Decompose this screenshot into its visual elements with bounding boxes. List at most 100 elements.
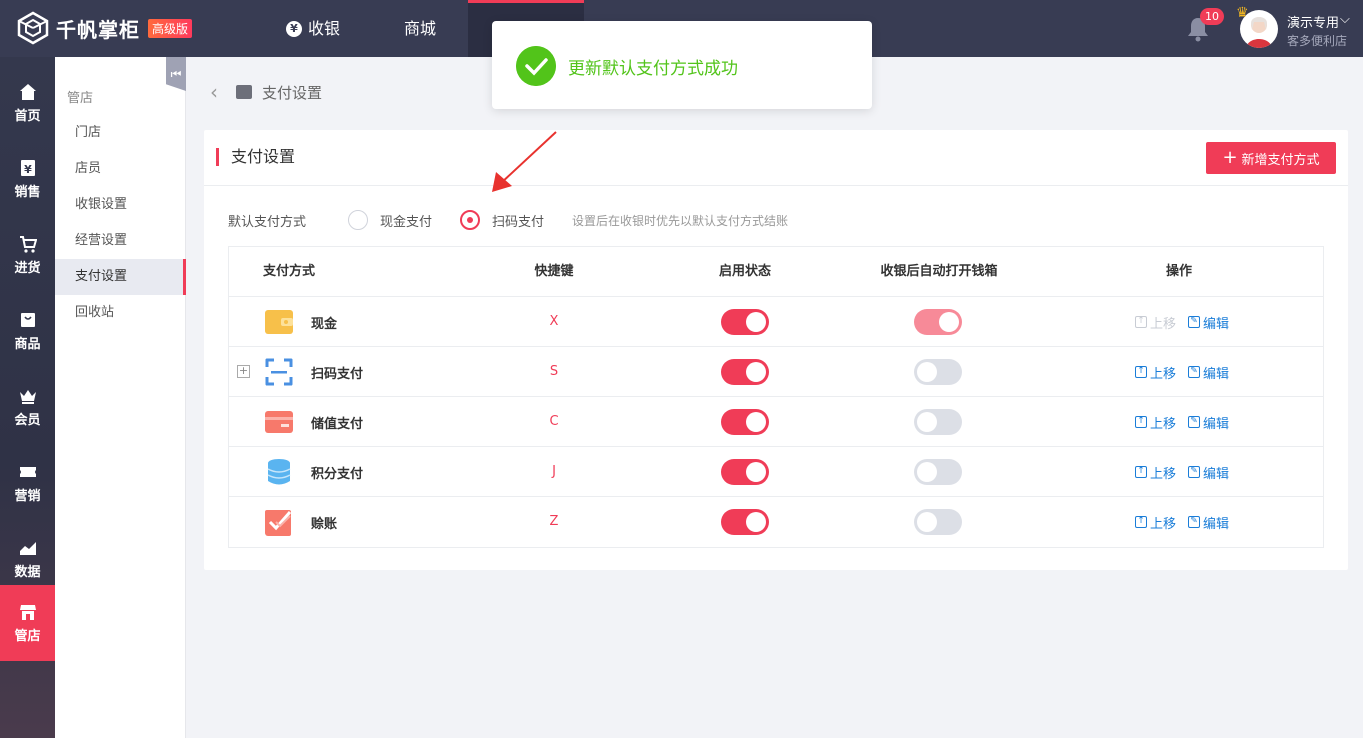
sidebar-item-sales[interactable]: ¥ 销售 — [0, 141, 55, 217]
toast-message: 更新默认支付方式成功 — [568, 59, 738, 79]
plus-icon: + — [1222, 147, 1238, 168]
header-shortcut: 快捷键 — [534, 264, 574, 279]
brand-name: 千帆掌柜 — [56, 17, 140, 42]
sidebar-item-marketing[interactable]: 营销 — [0, 445, 55, 521]
row-actions: ↑ 上移 ✎ 编辑 — [1135, 297, 1229, 347]
subnav-item-cashier-settings[interactable]: 收银设置 — [55, 187, 186, 223]
cash-drawer-toggle[interactable] — [914, 459, 962, 485]
enable-toggle[interactable] — [721, 509, 769, 535]
chevron-down-icon[interactable]: ⌵ — [1340, 12, 1350, 27]
radio-cash[interactable] — [348, 210, 369, 230]
cash-drawer-toggle — [914, 309, 962, 335]
enable-toggle[interactable] — [721, 309, 769, 335]
move-up-button[interactable]: ↑ 上移 — [1135, 413, 1176, 432]
add-payment-method-button[interactable]: + 新增支付方式 — [1206, 142, 1336, 174]
method-cell: 储值支付 — [265, 407, 363, 437]
check-circle-icon — [516, 46, 556, 86]
edition-badge: 高级版 — [148, 18, 193, 38]
default-option-cash[interactable]: 现金支付 — [348, 210, 432, 230]
sidebar-item-label: 数据 — [14, 564, 41, 580]
crown-icon: ♛ — [1236, 5, 1249, 21]
cash-drawer-toggle[interactable] — [914, 409, 962, 435]
edit-icon: ✎ — [1188, 466, 1201, 478]
cart-icon — [19, 235, 37, 253]
edit-label: 编辑 — [1203, 466, 1230, 482]
method-cell: 现金 — [265, 307, 337, 337]
radio-scan[interactable] — [460, 210, 481, 230]
nav-mall[interactable]: 商城 — [404, 0, 436, 57]
nav-cashier[interactable]: ¥ 收银 — [286, 0, 340, 57]
sub-navigation: 管店 门店 店员 收银设置 经营设置 支付设置 回收站 — [55, 57, 186, 738]
sidebar-item-home[interactable]: 首页 — [0, 65, 55, 141]
edit-icon: ✎ — [1188, 366, 1201, 378]
nav-mall-label: 商城 — [404, 19, 437, 38]
card-title: 支付设置 — [216, 148, 295, 166]
enable-toggle[interactable] — [721, 459, 769, 485]
move-up-button[interactable]: ↑ 上移 — [1135, 363, 1176, 382]
method-cell: 扫码支付 — [265, 357, 363, 387]
sidebar-item-purchase[interactable]: 进货 — [0, 217, 55, 293]
row-actions: ↑ 上移 ✎ 编辑 — [1135, 397, 1229, 447]
breadcrumb: ‹ 支付设置 — [210, 80, 322, 104]
arrow-up-icon: ↑ — [1135, 366, 1147, 378]
credit-icon — [265, 510, 292, 536]
sidebar-item-label: 进货 — [14, 260, 41, 276]
table-header: 支付方式 快捷键 启用状态 收银后自动打开钱箱 操作 — [229, 247, 1323, 297]
goods-icon — [20, 312, 35, 327]
sidebar-item-store[interactable]: 管店 — [0, 585, 55, 661]
ticket-icon — [19, 466, 36, 477]
user-name[interactable]: 演示专用 — [1287, 12, 1339, 31]
edit-button[interactable]: ✎ 编辑 — [1188, 513, 1229, 532]
move-up-button[interactable]: ↑ 上移 — [1135, 513, 1176, 532]
expand-row-button[interactable]: + — [237, 365, 250, 378]
payment-settings-card: 支付设置 + 新增支付方式 默认支付方式 现金支付 扫码支付 设置后在收银时优先… — [204, 130, 1348, 570]
header-actions: 操作 — [1165, 264, 1192, 279]
subnav-item-business-settings[interactable]: 经营设置 — [55, 223, 186, 259]
main-sidebar: 首页 ¥ 销售 进货 商品 会员 营销 数据 管店 — [0, 57, 55, 738]
cash-drawer-toggle[interactable] — [914, 509, 962, 535]
cash-drawer-toggle[interactable] — [914, 359, 962, 385]
enable-toggle[interactable] — [721, 359, 769, 385]
yen-icon: ¥ — [286, 20, 302, 37]
shortcut-key: Z — [549, 514, 559, 529]
edit-label: 编辑 — [1203, 416, 1230, 432]
edit-button[interactable]: ✎ 编辑 — [1188, 363, 1229, 382]
default-option-scan[interactable]: 扫码支付 — [460, 210, 544, 230]
row-actions: ↑ 上移 ✎ 编辑 — [1135, 447, 1229, 497]
scan-icon — [265, 358, 293, 386]
option-label: 现金支付 — [380, 214, 433, 230]
shortcut-key: C — [549, 414, 559, 429]
shortcut-key: X — [549, 314, 559, 329]
header-enabled: 启用状态 — [718, 264, 771, 279]
option-label: 扫码支付 — [492, 214, 545, 230]
subnav-item-staff[interactable]: 店员 — [55, 151, 186, 187]
edit-label: 编辑 — [1203, 366, 1230, 382]
shortcut-key: S — [549, 364, 559, 379]
move-up-button[interactable]: ↑ 上移 — [1135, 463, 1176, 482]
edit-button[interactable]: ✎ 编辑 — [1188, 313, 1229, 332]
sidebar-item-goods[interactable]: 商品 — [0, 293, 55, 369]
sidebar-item-label: 商品 — [14, 336, 41, 352]
edit-button[interactable]: ✎ 编辑 — [1188, 413, 1229, 432]
arrow-up-icon: ↑ — [1135, 416, 1147, 428]
sidebar-item-members[interactable]: 会员 — [0, 369, 55, 445]
edit-icon: ✎ — [1188, 516, 1201, 528]
payment-methods-table: 支付方式 快捷键 启用状态 收银后自动打开钱箱 操作 现金 X ↑ 上移 ✎ 编… — [228, 246, 1324, 548]
brand-logo[interactable]: 千帆掌柜 高级版 — [16, 11, 193, 45]
table-row: + 扫码支付 S ↑ 上移 ✎ 编辑 — [229, 347, 1323, 397]
store-icon — [19, 604, 36, 620]
sidebar-item-label: 销售 — [14, 184, 41, 200]
subnav-item-recycle-bin[interactable]: 回收站 — [55, 295, 186, 331]
subnav-item-stores[interactable]: 门店 — [55, 115, 186, 151]
move-up-label: 上移 — [1150, 416, 1177, 432]
card-header: 支付设置 + 新增支付方式 — [204, 130, 1348, 186]
subnav-item-payment-settings[interactable]: 支付设置 — [55, 259, 186, 295]
enable-toggle[interactable] — [721, 409, 769, 435]
back-arrow-icon[interactable]: ‹ — [210, 80, 218, 104]
table-row: 储值支付 C ↑ 上移 ✎ 编辑 — [229, 397, 1323, 447]
edit-icon: ✎ — [1188, 416, 1201, 428]
edit-button[interactable]: ✎ 编辑 — [1188, 463, 1229, 482]
method-name: 积分支付 — [311, 466, 364, 482]
sidebar-item-label: 首页 — [14, 108, 41, 124]
method-name: 储值支付 — [311, 416, 364, 432]
